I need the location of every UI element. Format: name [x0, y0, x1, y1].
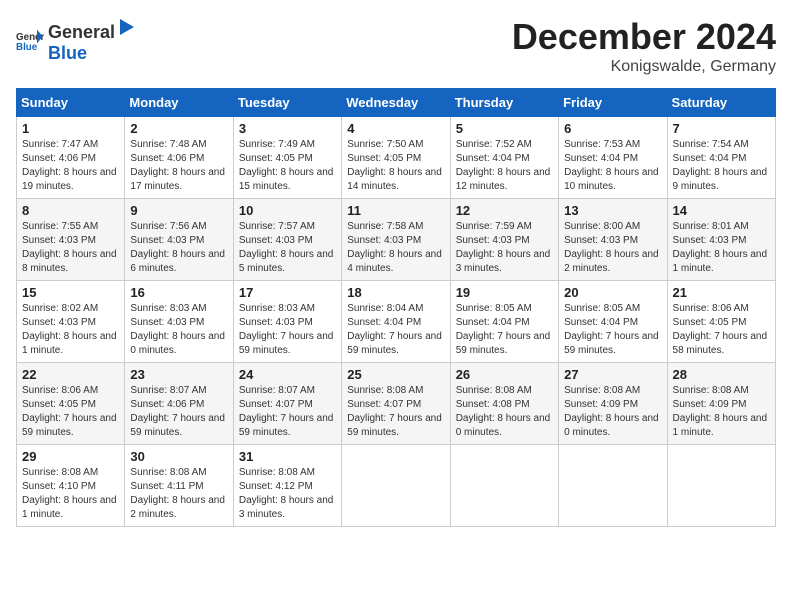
calendar-header-sunday: Sunday: [17, 89, 125, 117]
calendar-cell-17: 17Sunrise: 8:03 AM Sunset: 4:03 PM Dayli…: [233, 281, 341, 363]
calendar-cell-29: 29Sunrise: 8:08 AM Sunset: 4:10 PM Dayli…: [17, 445, 125, 527]
calendar-cell-empty: [559, 445, 667, 527]
calendar-row-5: 29Sunrise: 8:08 AM Sunset: 4:10 PM Dayli…: [17, 445, 776, 527]
calendar-cell-16: 16Sunrise: 8:03 AM Sunset: 4:03 PM Dayli…: [125, 281, 233, 363]
calendar-cell-27: 27Sunrise: 8:08 AM Sunset: 4:09 PM Dayli…: [559, 363, 667, 445]
calendar-cell-22: 22Sunrise: 8:06 AM Sunset: 4:05 PM Dayli…: [17, 363, 125, 445]
calendar-cell-21: 21Sunrise: 8:06 AM Sunset: 4:05 PM Dayli…: [667, 281, 775, 363]
calendar-cell-7: 7Sunrise: 7:54 AM Sunset: 4:04 PM Daylig…: [667, 117, 775, 199]
calendar-cell-8: 8Sunrise: 7:55 AM Sunset: 4:03 PM Daylig…: [17, 199, 125, 281]
calendar-cell-26: 26Sunrise: 8:08 AM Sunset: 4:08 PM Dayli…: [450, 363, 558, 445]
logo: General Blue General Blue: [16, 16, 137, 64]
calendar-header-thursday: Thursday: [450, 89, 558, 117]
calendar-cell-15: 15Sunrise: 8:02 AM Sunset: 4:03 PM Dayli…: [17, 281, 125, 363]
calendar-cell-empty: [667, 445, 775, 527]
calendar-header-tuesday: Tuesday: [233, 89, 341, 117]
calendar-cell-24: 24Sunrise: 8:07 AM Sunset: 4:07 PM Dayli…: [233, 363, 341, 445]
calendar-cell-4: 4Sunrise: 7:50 AM Sunset: 4:05 PM Daylig…: [342, 117, 450, 199]
calendar-cell-6: 6Sunrise: 7:53 AM Sunset: 4:04 PM Daylig…: [559, 117, 667, 199]
calendar-header-saturday: Saturday: [667, 89, 775, 117]
calendar-cell-empty: [450, 445, 558, 527]
calendar-header-monday: Monday: [125, 89, 233, 117]
logo-general: General: [48, 22, 115, 43]
logo-blue: Blue: [48, 43, 87, 63]
calendar-row-1: 1Sunrise: 7:47 AM Sunset: 4:06 PM Daylig…: [17, 117, 776, 199]
calendar-header-row: SundayMondayTuesdayWednesdayThursdayFrid…: [17, 89, 776, 117]
calendar-cell-23: 23Sunrise: 8:07 AM Sunset: 4:06 PM Dayli…: [125, 363, 233, 445]
calendar-row-3: 15Sunrise: 8:02 AM Sunset: 4:03 PM Dayli…: [17, 281, 776, 363]
calendar-cell-28: 28Sunrise: 8:08 AM Sunset: 4:09 PM Dayli…: [667, 363, 775, 445]
title-area: December 2024 Konigswalde, Germany: [512, 16, 776, 76]
calendar-cell-5: 5Sunrise: 7:52 AM Sunset: 4:04 PM Daylig…: [450, 117, 558, 199]
calendar-cell-25: 25Sunrise: 8:08 AM Sunset: 4:07 PM Dayli…: [342, 363, 450, 445]
location-title: Konigswalde, Germany: [512, 58, 776, 76]
calendar-cell-9: 9Sunrise: 7:56 AM Sunset: 4:03 PM Daylig…: [125, 199, 233, 281]
calendar-table: SundayMondayTuesdayWednesdayThursdayFrid…: [16, 88, 776, 527]
calendar-header-wednesday: Wednesday: [342, 89, 450, 117]
calendar-cell-3: 3Sunrise: 7:49 AM Sunset: 4:05 PM Daylig…: [233, 117, 341, 199]
calendar-row-2: 8Sunrise: 7:55 AM Sunset: 4:03 PM Daylig…: [17, 199, 776, 281]
calendar-cell-20: 20Sunrise: 8:05 AM Sunset: 4:04 PM Dayli…: [559, 281, 667, 363]
calendar-cell-31: 31Sunrise: 8:08 AM Sunset: 4:12 PM Dayli…: [233, 445, 341, 527]
calendar-cell-18: 18Sunrise: 8:04 AM Sunset: 4:04 PM Dayli…: [342, 281, 450, 363]
calendar-cell-1: 1Sunrise: 7:47 AM Sunset: 4:06 PM Daylig…: [17, 117, 125, 199]
header: General Blue General Blue December 2024 …: [16, 16, 776, 76]
svg-text:Blue: Blue: [16, 42, 38, 53]
calendar-cell-30: 30Sunrise: 8:08 AM Sunset: 4:11 PM Dayli…: [125, 445, 233, 527]
calendar-cell-19: 19Sunrise: 8:05 AM Sunset: 4:04 PM Dayli…: [450, 281, 558, 363]
calendar-cell-13: 13Sunrise: 8:00 AM Sunset: 4:03 PM Dayli…: [559, 199, 667, 281]
calendar-cell-14: 14Sunrise: 8:01 AM Sunset: 4:03 PM Dayli…: [667, 199, 775, 281]
calendar-cell-11: 11Sunrise: 7:58 AM Sunset: 4:03 PM Dayli…: [342, 199, 450, 281]
logo-icon: General Blue: [16, 26, 44, 54]
calendar-cell-empty: [342, 445, 450, 527]
logo-arrow-icon: [116, 16, 136, 38]
month-title: December 2024: [512, 16, 776, 58]
calendar-header-friday: Friday: [559, 89, 667, 117]
calendar-cell-2: 2Sunrise: 7:48 AM Sunset: 4:06 PM Daylig…: [125, 117, 233, 199]
calendar-cell-12: 12Sunrise: 7:59 AM Sunset: 4:03 PM Dayli…: [450, 199, 558, 281]
calendar-row-4: 22Sunrise: 8:06 AM Sunset: 4:05 PM Dayli…: [17, 363, 776, 445]
calendar-cell-10: 10Sunrise: 7:57 AM Sunset: 4:03 PM Dayli…: [233, 199, 341, 281]
